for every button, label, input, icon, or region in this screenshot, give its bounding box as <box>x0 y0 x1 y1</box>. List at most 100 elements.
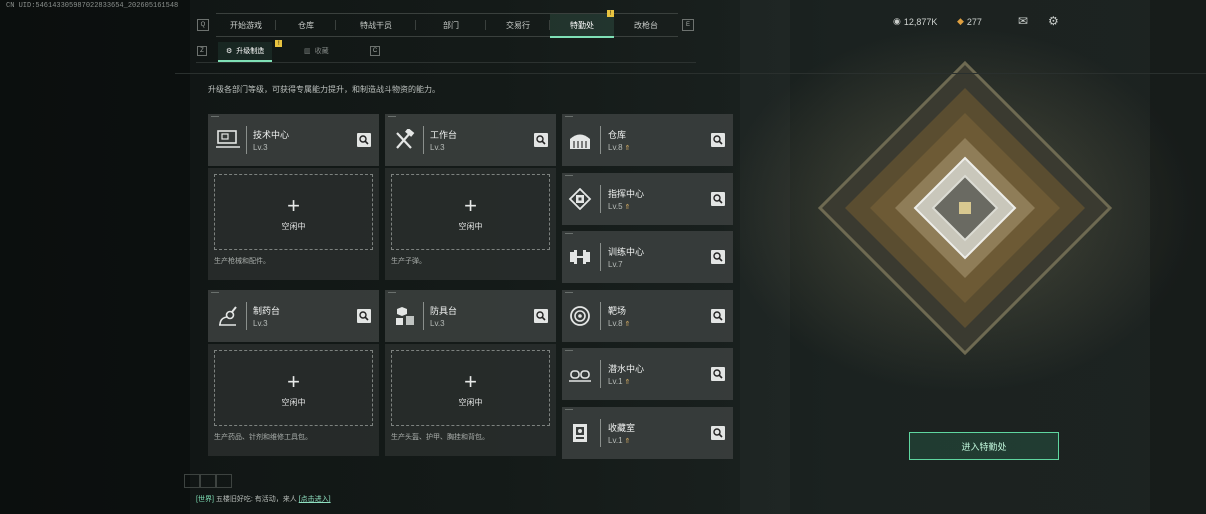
tab-operators[interactable]: 特战干员 <box>336 14 416 37</box>
upgrade-arrow-icon: ⇑ <box>624 379 631 386</box>
tab-special-ops[interactable]: 特勤处 ! <box>550 10 614 38</box>
upgrade-arrow-icon: ⇑ <box>624 438 631 445</box>
separator <box>600 243 601 271</box>
separator <box>600 185 601 213</box>
magnifier-icon[interactable] <box>711 192 725 206</box>
tab-departments[interactable]: 部门 <box>416 14 486 37</box>
left-shadow <box>0 0 190 514</box>
ticket-icon: ◆ <box>957 16 964 26</box>
separator <box>246 126 247 154</box>
subtab-label: 升级制造 <box>236 48 265 55</box>
chat-toggle-button[interactable] <box>184 474 200 488</box>
empty-slot[interactable]: + 空闲中 <box>214 350 373 426</box>
tab-label: 改枪台 <box>634 20 658 30</box>
special-ops-facility-image <box>817 60 1113 356</box>
department-card-collection-room[interactable]: 收藏室 Lv.1 ⇑ <box>562 407 733 459</box>
tab-trading[interactable]: 交易行 <box>486 14 550 37</box>
chat-link[interactable]: [点击进入] <box>299 496 331 503</box>
corner-mark <box>565 350 573 351</box>
computer-icon <box>215 128 241 152</box>
department-level: Lv.1 <box>608 436 623 445</box>
slot-status: 空闲中 <box>281 222 306 231</box>
slot-status: 空闲中 <box>458 398 483 407</box>
settings-gear-icon[interactable]: ⚙ <box>1048 15 1062 27</box>
empty-slot[interactable]: + 空闲中 <box>214 174 373 250</box>
magnifier-icon[interactable] <box>711 250 725 264</box>
upgrade-arrow-icon: ⇑ <box>624 145 631 152</box>
diving-goggles-icon <box>567 362 593 386</box>
department-card-command-center[interactable]: 指挥中心 Lv.5 ⇑ <box>562 173 733 225</box>
station-card-workbench[interactable]: 工作台 Lv.3 <box>385 114 556 166</box>
background-pillar <box>1150 0 1206 514</box>
corner-mark <box>565 409 573 410</box>
production-slot-pharmacy[interactable]: + 空闲中 生产药品、针剂和维修工具包。 <box>208 344 379 456</box>
chat-toggle-button[interactable] <box>216 474 232 488</box>
tab-label: 特勤处 <box>570 20 594 30</box>
magnifier-icon[interactable] <box>534 133 548 147</box>
prev-tab-hotkey[interactable]: Q <box>197 19 209 31</box>
department-card-training-center[interactable]: 训练中心 Lv.7 <box>562 231 733 283</box>
slot-status: 空闲中 <box>281 398 306 407</box>
department-level: Lv.8 <box>608 319 623 328</box>
next-tab-hotkey[interactable]: E <box>682 19 694 31</box>
separator <box>600 302 601 330</box>
magnifier-icon[interactable] <box>711 367 725 381</box>
subtab-collection[interactable]: ▥ 收藏 <box>296 42 337 60</box>
corner-mark <box>388 292 396 293</box>
background-pillar <box>740 0 790 514</box>
subtab-label: 收藏 <box>314 48 329 55</box>
page-description: 升级各部门等级，可获得专属能力提升，和制造战斗物资的能力。 <box>208 85 440 94</box>
mail-icon[interactable]: ✉ <box>1018 15 1032 27</box>
corner-mark <box>211 292 219 293</box>
ticket-amount: 277 <box>966 16 982 27</box>
empty-slot[interactable]: + 空闲中 <box>391 350 550 426</box>
prev-subtab-hotkey[interactable]: Z <box>197 46 207 56</box>
station-card-tech-center[interactable]: 技术中心 Lv.3 <box>208 114 379 166</box>
top-navigation: 开始游戏 仓库 特战干员 部门 交易行 特勤处 ! 改枪台 <box>216 10 678 38</box>
department-card-warehouse[interactable]: 仓库 Lv.8 ⇑ <box>562 114 733 166</box>
separator <box>246 302 247 330</box>
station-card-pharmacy[interactable]: 制药台 Lv.3 <box>208 290 379 342</box>
tab-label: 交易行 <box>506 20 530 30</box>
coin-icon: ◉ <box>893 16 901 26</box>
plus-icon: + <box>287 193 300 218</box>
magnifier-icon[interactable] <box>534 309 548 323</box>
command-center-icon <box>567 187 593 211</box>
magnifier-icon[interactable] <box>711 426 725 440</box>
tab-label: 部门 <box>443 20 459 30</box>
production-slot-armor[interactable]: + 空闲中 生产头盔、护甲、胸挂和背包。 <box>385 344 556 456</box>
tab-label: 开始游戏 <box>230 20 262 30</box>
station-level: Lv.3 <box>253 319 268 328</box>
magnifier-icon[interactable] <box>711 309 725 323</box>
plus-icon: + <box>464 193 477 218</box>
station-level: Lv.3 <box>253 143 268 152</box>
magnifier-icon[interactable] <box>711 133 725 147</box>
enter-special-ops-button[interactable]: 进入特勤处 <box>909 432 1059 460</box>
notification-badge: ! <box>275 40 283 47</box>
department-level-row: Lv.1 ⇑ <box>608 436 630 445</box>
production-description: 生产头盔、护甲、胸挂和背包。 <box>391 434 489 441</box>
department-level: Lv.8 <box>608 143 623 152</box>
magnifier-icon[interactable] <box>357 133 371 147</box>
empty-slot[interactable]: + 空闲中 <box>391 174 550 250</box>
department-card-diving-center[interactable]: 潜水中心 Lv.1 ⇑ <box>562 348 733 400</box>
corner-mark <box>388 116 396 117</box>
magnifier-icon[interactable] <box>357 309 371 323</box>
subtab-upgrade-manufacture[interactable]: ⚙ 升级制造 ! <box>218 40 283 62</box>
chat-toggle-button[interactable] <box>200 474 216 488</box>
tab-warehouse[interactable]: 仓库 <box>276 14 336 37</box>
department-card-shooting-range[interactable]: 靶场 Lv.8 ⇑ <box>562 290 733 342</box>
department-name: 靶场 <box>608 306 627 316</box>
tools-icon <box>392 128 418 152</box>
plus-icon: + <box>464 369 477 394</box>
upgrade-arrow-icon: ⇑ <box>624 204 631 211</box>
tab-gunsmith[interactable]: 改枪台 <box>614 14 678 37</box>
production-slot-tech-center[interactable]: + 空闲中 生产枪械和配件。 <box>208 168 379 280</box>
next-subtab-hotkey[interactable]: C <box>370 46 380 56</box>
tab-start-game[interactable]: 开始游戏 <box>216 14 276 37</box>
production-slot-workbench[interactable]: + 空闲中 生产子弹。 <box>385 168 556 280</box>
station-card-armor[interactable]: 防具台 Lv.3 <box>385 290 556 342</box>
notification-badge: ! <box>607 10 614 17</box>
separator <box>600 360 601 388</box>
tab-label: 特战干员 <box>360 20 392 30</box>
